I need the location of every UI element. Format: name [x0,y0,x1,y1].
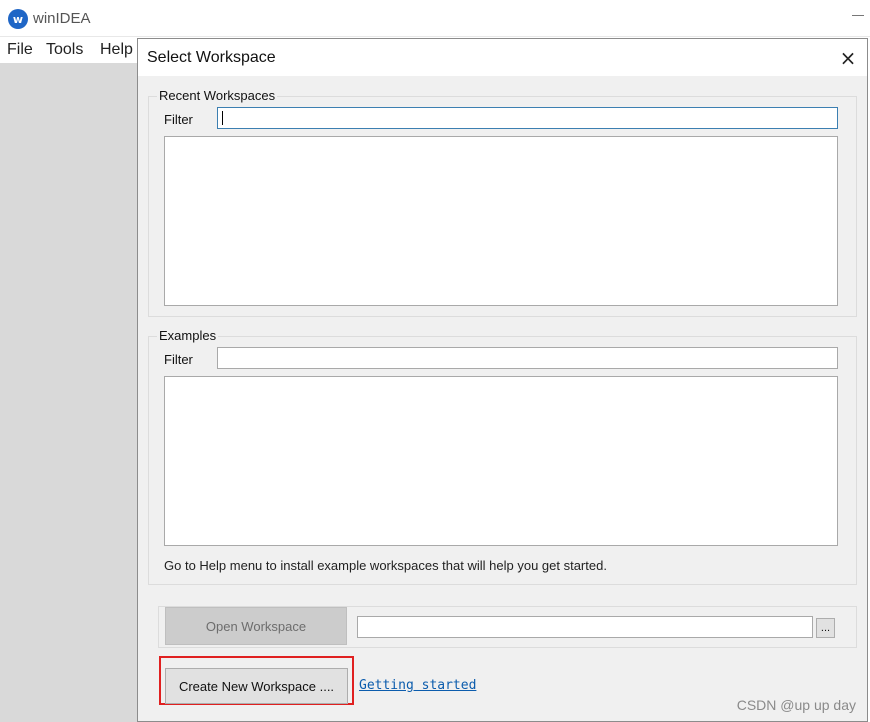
menu-tools[interactable]: Tools [46,41,83,59]
getting-started-link[interactable]: Getting started [359,678,476,693]
create-new-workspace-button[interactable]: Create New Workspace .... [165,668,348,704]
recent-filter-input[interactable] [217,107,838,129]
examples-list[interactable] [164,376,838,546]
dialog-title: Select Workspace [147,49,276,66]
app-titlebar: w winIDEA [0,0,870,37]
recent-workspaces-list[interactable] [164,136,838,306]
select-workspace-dialog: Select Workspace × Recent Workspaces Fil… [137,38,868,722]
dialog-titlebar: Select Workspace × [138,39,867,76]
examples-hint: Go to Help menu to install example works… [164,558,607,573]
recent-workspaces-legend: Recent Workspaces [157,88,278,103]
examples-filter-label: Filter [164,352,193,367]
examples-filter-input[interactable] [217,347,838,369]
menu-file[interactable]: File [7,41,33,59]
workspace-path-input[interactable] [357,616,813,638]
app-title: winIDEA [33,10,91,27]
open-workspace-button[interactable]: Open Workspace [165,607,347,645]
minimize-icon[interactable] [852,15,864,16]
recent-filter-label: Filter [164,112,193,127]
menu-help[interactable]: Help [100,41,133,59]
browse-button[interactable]: ... [816,618,835,638]
winidea-logo-icon: w [8,9,28,29]
close-icon[interactable]: × [837,47,859,69]
watermark: CSDN @up up day [736,697,856,713]
app-workarea [0,63,138,722]
examples-legend: Examples [157,328,219,343]
text-caret [222,111,223,125]
menubar: File Tools Help [0,37,138,63]
